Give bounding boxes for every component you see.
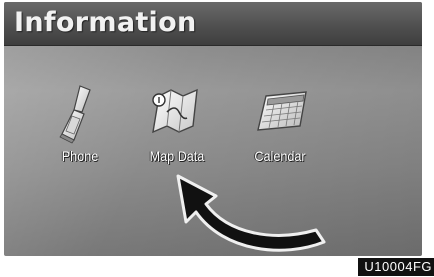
map-data-icon [152, 88, 198, 134]
calendar-icon [257, 91, 307, 131]
title-bar: Information [4, 2, 422, 46]
map-data-button[interactable]: Map Data [137, 82, 217, 172]
calendar-button[interactable]: Calendar [240, 82, 320, 172]
info-screen: Information Phone Map Data Calendar [4, 2, 422, 256]
map-data-label: Map Data [149, 148, 205, 164]
curved-arrow-icon [176, 174, 326, 252]
calendar-label: Calendar [254, 148, 306, 164]
screen-title: Information [14, 7, 197, 38]
figure-code: U10004FG [358, 258, 434, 276]
phone-label: Phone [61, 148, 99, 164]
phone-button[interactable]: Phone [40, 82, 120, 172]
phone-icon [59, 85, 91, 144]
